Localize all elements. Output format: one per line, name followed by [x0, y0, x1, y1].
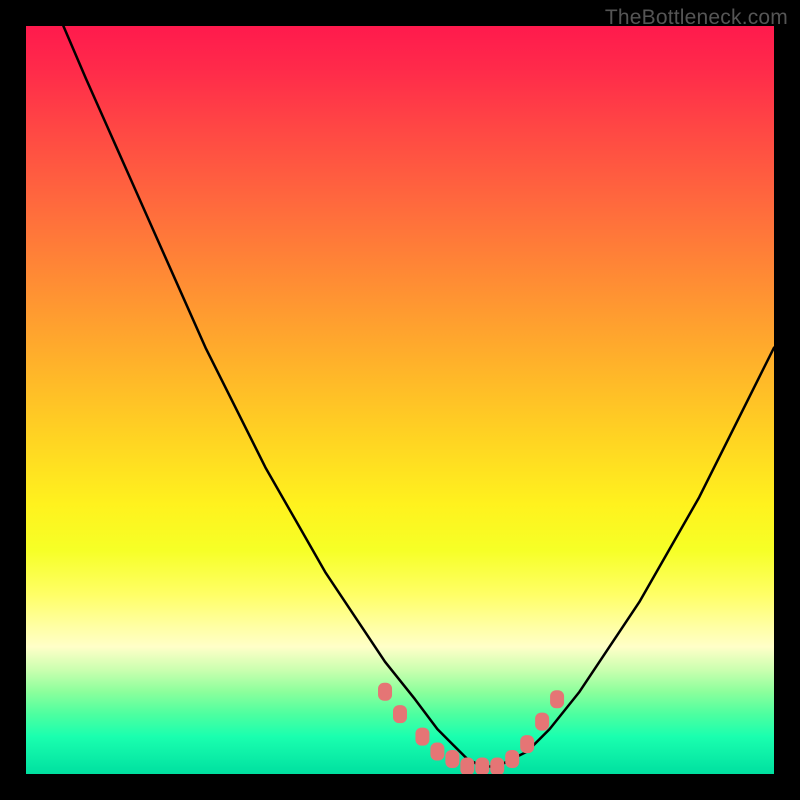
highlight-marker — [430, 743, 444, 761]
marker-group — [378, 683, 564, 774]
highlight-marker — [415, 728, 429, 746]
highlight-marker — [535, 713, 549, 731]
curve-svg — [26, 26, 774, 774]
bottleneck-curve-line — [63, 26, 774, 767]
highlight-marker — [378, 683, 392, 701]
watermark-text: TheBottleneck.com — [605, 6, 788, 30]
plot-area — [26, 26, 774, 774]
highlight-marker — [475, 758, 489, 774]
highlight-marker — [520, 735, 534, 753]
highlight-marker — [490, 758, 504, 774]
highlight-marker — [460, 758, 474, 774]
highlight-marker — [550, 690, 564, 708]
curve-group — [63, 26, 774, 767]
chart-frame: TheBottleneck.com — [0, 0, 800, 800]
highlight-marker — [393, 705, 407, 723]
highlight-marker — [445, 750, 459, 768]
highlight-marker — [505, 750, 519, 768]
